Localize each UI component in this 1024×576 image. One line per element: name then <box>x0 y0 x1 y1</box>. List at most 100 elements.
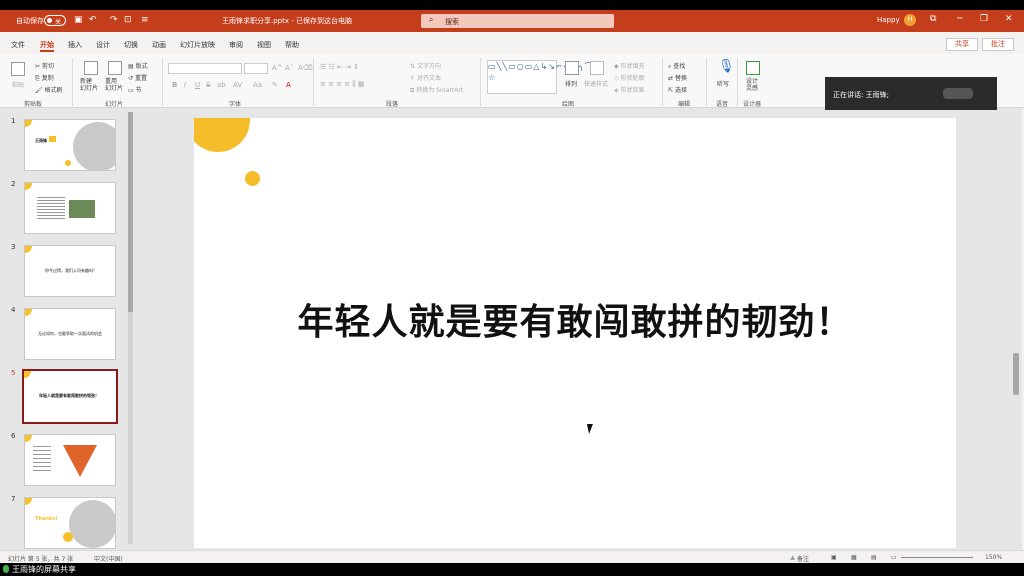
strike-button[interactable]: S <box>206 81 210 89</box>
notes-button[interactable]: ≜ 备注 <box>790 554 809 563</box>
redo-icon[interactable]: ↷ <box>110 15 118 26</box>
smartart-button[interactable]: ⧉ 转换为 SmartArt <box>410 85 463 95</box>
shape-effects-button[interactable]: ◈ 形状效果 <box>614 85 645 94</box>
slide-thumb-7[interactable]: Thanks! <box>24 497 116 549</box>
comments-button[interactable]: 批注 <box>982 38 1014 51</box>
slide-thumb-5[interactable]: 年轻人就是要有敢闯敢拼的韧劲！ <box>22 369 118 424</box>
tab-design[interactable]: 设计 <box>96 40 110 50</box>
quick-styles-icon[interactable] <box>590 61 604 75</box>
slide-headline[interactable]: 年轻人就是要有敢闯敢拼的韧劲！ <box>194 293 956 345</box>
tab-insert[interactable]: 插入 <box>68 40 82 50</box>
thumbnails-scrollbar[interactable] <box>128 112 133 544</box>
select-button[interactable]: ⇱ 选择 <box>668 85 687 94</box>
undo-icon[interactable]: ↶ <box>89 15 97 26</box>
save-icon[interactable]: ▣ <box>74 15 83 26</box>
slide-thumb-2[interactable] <box>24 182 116 234</box>
font-color-button[interactable]: A <box>286 81 291 89</box>
grow-font-icon[interactable]: A^ <box>272 64 283 72</box>
slide-thumb-6[interactable] <box>24 434 116 486</box>
arrange-icon[interactable] <box>565 61 579 75</box>
design-ideas-icon[interactable] <box>746 61 760 75</box>
thumb-number: 6 <box>11 432 16 440</box>
zoom-level[interactable]: 150% <box>985 554 1002 561</box>
design-ideas-button[interactable]: 设计 灵感 <box>746 78 758 92</box>
clear-format-icon[interactable]: A⌫ <box>298 64 313 72</box>
shape-fill-button[interactable]: ◆ 形状填充 <box>614 61 645 70</box>
layout-button[interactable]: ▤ 版式 <box>128 61 148 70</box>
microphone-icon[interactable]: 🎙 <box>718 59 735 74</box>
paste-button[interactable]: 粘贴 <box>12 80 24 89</box>
new-slide-button[interactable]: 新建 幻灯片 <box>80 78 98 92</box>
scrollbar-thumb[interactable] <box>1013 353 1019 395</box>
italic-button[interactable]: I <box>184 81 186 89</box>
share-button[interactable]: 共享 <box>946 38 978 51</box>
tab-slideshow[interactable]: 幻灯片放映 <box>180 40 215 50</box>
language-indicator[interactable]: 中文(中国) <box>94 554 123 563</box>
restore-icon[interactable]: ❐ <box>980 14 988 24</box>
bold-button[interactable]: B <box>172 81 177 89</box>
slide-thumb-1[interactable]: 王雨锋 <box>24 119 116 171</box>
slide-sorter-icon[interactable]: ▦ <box>851 554 857 561</box>
quick-styles-button[interactable]: 快速样式 <box>584 79 608 88</box>
shapes-gallery[interactable]: ▭╲╲▭○▭△↳↘⌐⊂↻╮⌒{}☆ <box>487 60 605 94</box>
avatar[interactable]: H <box>904 14 916 26</box>
vertical-scrollbar[interactable] <box>1010 108 1022 550</box>
thumb-accent <box>25 183 32 190</box>
reuse-slides-icon[interactable] <box>108 61 122 75</box>
close-icon[interactable]: ✕ <box>1005 14 1013 24</box>
font-name-box[interactable] <box>168 63 242 74</box>
search-placeholder: 搜索 <box>445 18 459 26</box>
user-name[interactable]: Happy <box>877 16 900 24</box>
tab-review[interactable]: 审阅 <box>229 40 243 50</box>
tab-file[interactable]: 文件 <box>11 40 25 50</box>
reset-button[interactable]: ↺ 重置 <box>128 73 147 82</box>
copy-button[interactable]: ⎘ 复制 <box>35 73 54 83</box>
arrange-button[interactable]: 排列 <box>565 79 577 88</box>
format-painter-button[interactable]: 🖌 格式刷 <box>35 85 63 94</box>
font-size-box[interactable] <box>244 63 268 74</box>
tab-view[interactable]: 视图 <box>257 40 271 50</box>
normal-view-icon[interactable]: ▣ <box>831 554 837 561</box>
reading-view-icon[interactable]: ▤ <box>871 554 877 561</box>
customize-qat-icon[interactable]: ≡ <box>141 15 149 26</box>
paste-icon[interactable] <box>11 62 25 76</box>
find-button[interactable]: ⌕ 查找 <box>668 61 685 71</box>
change-case-button[interactable]: Aa <box>253 81 262 89</box>
shape-outline-label: 形状轮廓 <box>620 75 645 82</box>
ribbon-display-icon[interactable]: ⧉ <box>930 14 936 24</box>
current-slide[interactable]: 年轻人就是要有敢闯敢拼的韧劲！ <box>194 118 956 548</box>
slideshow-view-icon[interactable]: ▭ <box>891 554 897 561</box>
thumb-accent <box>25 435 32 442</box>
bullets-icon[interactable]: ☰ ☷ ⇤ ⇥ ⇕ <box>320 63 359 71</box>
shadow-button[interactable]: ab <box>217 81 226 89</box>
dictate-button[interactable]: 听写 <box>717 79 729 88</box>
group-label-font: 字体 <box>229 101 242 108</box>
char-spacing-button[interactable]: AV <box>233 81 242 89</box>
tab-help[interactable]: 帮助 <box>285 40 299 50</box>
replace-button[interactable]: ⇄ 替换 <box>668 73 687 82</box>
new-slide-icon[interactable] <box>84 61 98 75</box>
align-icons[interactable]: ≡ ≡ ≡ ≡ ⫼ ▦ <box>320 80 364 89</box>
reuse-slides-button[interactable]: 重用 幻灯片 <box>105 78 123 92</box>
highlight-icon[interactable]: ✎ <box>272 81 278 89</box>
tab-animations[interactable]: 动画 <box>152 40 166 50</box>
section-button[interactable]: ▭ 节 <box>128 85 142 94</box>
minimize-icon[interactable]: ─ <box>957 14 962 24</box>
shrink-font-icon[interactable]: Aˇ <box>285 64 293 72</box>
text-direction-button[interactable]: ⇅ 文字方向 <box>410 61 441 70</box>
cut-button[interactable]: ✂ 剪切 <box>35 61 54 70</box>
shape-outline-button[interactable]: ◇ 形状轮廓 <box>614 73 645 82</box>
slide-thumb-3[interactable]: 你今过得，我们公司有趣吗？ <box>24 245 116 297</box>
thumb-accent <box>25 120 32 127</box>
autosave-toggle[interactable]: 关 <box>44 15 66 26</box>
align-text-button[interactable]: ⇳ 对齐文本 <box>410 73 441 82</box>
zoom-slider[interactable] <box>901 557 973 558</box>
underline-button[interactable]: U <box>195 81 200 89</box>
tab-home[interactable]: 开始 <box>40 40 54 52</box>
present-icon[interactable]: ⊡ <box>124 15 132 26</box>
tab-transitions[interactable]: 切换 <box>124 40 138 50</box>
decorative-circle-small <box>245 171 260 186</box>
document-title: 王雨锋求职分享.pptx - 已保存到这台电脑 <box>222 17 352 25</box>
slide-thumb-4[interactable]: 无论如何，也要争取一次面试的机会 <box>24 308 116 360</box>
search-box[interactable]: ⌕ 搜索 <box>421 14 614 28</box>
